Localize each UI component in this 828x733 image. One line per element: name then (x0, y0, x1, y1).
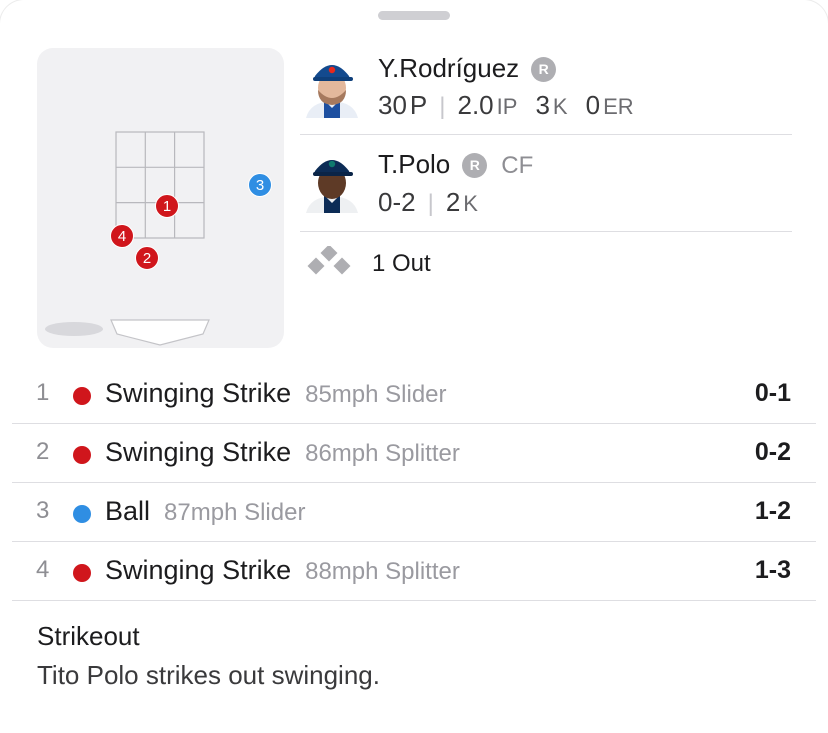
batter-record: 0-2 (378, 187, 416, 217)
batter-hand-badge: R (462, 153, 488, 178)
pitcher-pitch-count: 30 (378, 90, 407, 120)
outs-label: 1 Out (372, 250, 431, 277)
matchup-panel: Y.Rodríguez R 30 P | 2.0 IP 3 K 0 ER T.Polo R C (300, 48, 792, 294)
pitch-row[interactable]: 3 Ball 87mph Slider 1-2 (12, 483, 816, 542)
strike-zone-box (115, 131, 205, 239)
pitch-count: 1-2 (754, 497, 791, 525)
pitcher-innings-unit: IP (496, 94, 518, 119)
pitch-detail: 85mph Slider (305, 381, 447, 408)
bases-diamond-icon (307, 246, 351, 275)
pitch-detail: 88mph Splitter (305, 558, 460, 585)
batter-position: CF (501, 152, 534, 179)
pitcher-stats: 30 P | 2.0 IP 3 K 0 ER (378, 90, 634, 121)
pitcher-earned-runs: 0 (585, 90, 601, 120)
pitcher-innings: 2.0 (457, 90, 494, 120)
pitch-count: 0-2 (754, 438, 791, 466)
pitch-row[interactable]: 4 Swinging Strike 88mph Splitter 1-3 (12, 542, 816, 601)
pitcher-rubber-shadow (45, 322, 103, 336)
pitch-number: 3 (36, 497, 50, 524)
home-plate (110, 319, 210, 346)
play-result-description: Tito Polo strikes out swinging. (37, 660, 380, 690)
play-detail-sheet: 1 2 3 4 Y.Rodríguez R 30 P | 2.0 IP 3 K … (0, 0, 828, 733)
batter-strikeouts-unit: K (463, 191, 478, 216)
pitch-number: 4 (36, 556, 50, 583)
pitcher-strikeouts-unit: K (552, 94, 568, 119)
zone-pitch-dot[interactable]: 4 (110, 224, 134, 248)
pitch-count: 0-1 (754, 379, 791, 407)
zone-pitch-dot[interactable]: 3 (248, 173, 272, 197)
batter-avatar (300, 149, 364, 213)
pitcher-hand-badge: R (531, 57, 557, 82)
pitcher-row[interactable]: Y.Rodríguez R 30 P | 2.0 IP 3 K 0 ER (300, 48, 792, 135)
pitch-row[interactable]: 1 Swinging Strike 85mph Slider 0-1 (12, 365, 816, 424)
stat-separator: | (427, 190, 434, 217)
pitch-result: Ball (105, 496, 151, 526)
pitch-result: Swinging Strike (105, 437, 292, 467)
pitch-result: Swinging Strike (105, 378, 292, 408)
strike-dot-icon (73, 564, 91, 582)
strike-dot-icon (73, 446, 91, 464)
game-situation: 1 Out (300, 232, 792, 294)
batter-row[interactable]: T.Polo R CF 0-2 | 2 K (300, 135, 792, 232)
pitch-row[interactable]: 2 Swinging Strike 86mph Splitter 0-2 (12, 424, 816, 483)
strike-zone-panel: 1 2 3 4 (37, 48, 284, 348)
pitch-count: 1-3 (754, 556, 791, 584)
pitch-detail: 87mph Slider (164, 499, 306, 526)
ball-dot-icon (73, 505, 91, 523)
pitch-number: 1 (36, 379, 50, 406)
pitch-result: Swinging Strike (105, 555, 292, 585)
pitch-number: 2 (36, 438, 50, 465)
pitch-detail: 86mph Splitter (305, 440, 460, 467)
batter-strikeouts: 2 (445, 187, 461, 217)
play-result-title: Strikeout (37, 621, 140, 651)
sheet-grabber-handle[interactable] (378, 11, 450, 20)
strike-dot-icon (73, 387, 91, 405)
pitcher-strikeouts: 3 (535, 90, 550, 120)
batter-stats: 0-2 | 2 K (378, 187, 478, 218)
pitch-list: 1 Swinging Strike 85mph Slider 0-1 2 Swin… (12, 365, 816, 601)
zone-pitch-dot[interactable]: 2 (135, 246, 159, 270)
pitcher-pitch-unit: P (409, 90, 428, 120)
pitcher-avatar (300, 54, 364, 118)
pitcher-name[interactable]: Y.Rodríguez (378, 53, 519, 83)
stat-separator: | (439, 93, 446, 120)
pitcher-earned-runs-unit: ER (603, 94, 634, 119)
zone-pitch-dot[interactable]: 1 (155, 194, 179, 218)
batter-name[interactable]: T.Polo (378, 149, 450, 179)
